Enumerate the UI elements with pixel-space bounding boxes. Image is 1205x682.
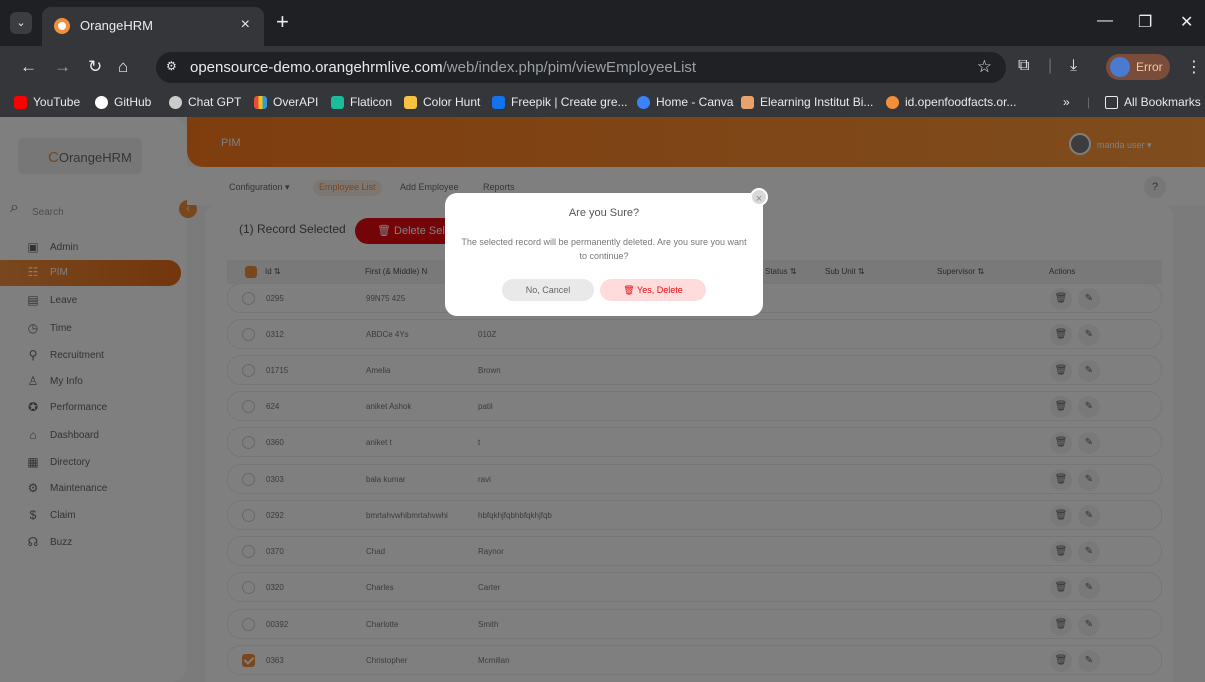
bookmark-star-icon[interactable]: ☆ (977, 57, 992, 77)
cancel-button[interactable]: No, Cancel (502, 279, 594, 301)
window-close-icon[interactable]: ✕ (1180, 12, 1193, 32)
freepik-icon (492, 95, 505, 109)
more-menu-icon[interactable]: ⋮ (1186, 57, 1202, 77)
bookmarks-overflow-icon[interactable]: » (1063, 95, 1070, 109)
browser-tab-strip: ⌄ OrangeHRM × + — ❐ ✕ (0, 0, 1205, 46)
chatgpt-icon (169, 95, 182, 109)
browser-tab[interactable]: OrangeHRM × (42, 7, 264, 46)
trash-icon: 🗑 (623, 285, 638, 295)
minimize-icon[interactable]: — (1097, 12, 1113, 30)
restore-icon[interactable]: ❐ (1138, 12, 1152, 32)
colorhunt-icon (404, 95, 417, 109)
flaticon-icon (331, 95, 344, 109)
github-icon (95, 95, 108, 109)
tab-search-chevron-down-icon[interactable]: ⌄ (10, 12, 32, 34)
bookmark-youtube[interactable]: YouTube (14, 95, 80, 109)
canva-icon (637, 95, 650, 109)
all-bookmarks[interactable]: All Bookmarks (1105, 95, 1201, 109)
overapi-icon (254, 95, 267, 109)
bookmark-colorhunt[interactable]: Color Hunt (404, 95, 480, 109)
bookmark-github[interactable]: GitHub (95, 95, 151, 109)
bookmark-flaticon[interactable]: Flaticon (331, 95, 392, 109)
bookmarks-bar: YouTube GitHub Chat GPT OverAPI Flaticon… (0, 89, 1205, 117)
address-bar[interactable]: ⚙ opensource-demo.orangehrmlive.com/web/… (156, 52, 1006, 83)
confirm-delete-dialog: × Are you Sure? The selected record will… (445, 188, 768, 316)
youtube-icon (14, 95, 27, 109)
browser-toolbar: ← → ↻ ⌂ ⚙ opensource-demo.orangehrmlive.… (0, 46, 1205, 89)
elearning-icon (741, 95, 754, 109)
site-info-icon[interactable]: ⚙ (166, 59, 184, 75)
folder-icon (1105, 95, 1118, 109)
tab-close-icon[interactable]: × (241, 16, 250, 34)
profile-status-label: Error (1136, 60, 1163, 74)
url-text: opensource-demo.orangehrmlive.com/web/in… (190, 59, 697, 76)
bookmark-overapi[interactable]: OverAPI (254, 95, 318, 109)
home-icon[interactable]: ⌂ (118, 57, 128, 77)
forward-icon[interactable]: → (54, 57, 71, 77)
divider: | (1087, 95, 1091, 109)
dialog-message: The selected record will be permanently … (461, 237, 747, 261)
bookmark-freepik[interactable]: Freepik | Create gre... (492, 95, 628, 109)
dialog-close-icon[interactable]: × (750, 188, 768, 206)
bookmark-canva[interactable]: Home - Canva (637, 95, 733, 109)
bookmark-chatgpt[interactable]: Chat GPT (169, 95, 241, 109)
dialog-title: Are you Sure? (568, 207, 640, 219)
confirm-delete-button[interactable]: 🗑 Yes, Delete (600, 279, 706, 301)
profile-avatar (1110, 57, 1130, 77)
openfoodfacts-icon (886, 95, 899, 109)
divider: | (1048, 57, 1053, 74)
bookmark-elearning[interactable]: Elearning Institut Bi... (741, 95, 873, 109)
back-icon[interactable]: ← (20, 57, 37, 77)
reload-icon[interactable]: ↻ (88, 57, 102, 77)
extensions-icon[interactable]: ⧉ (1018, 57, 1029, 75)
profile-button[interactable]: Error (1106, 54, 1170, 80)
orangehrm-page: COrangeHRM ⌕ Search ▣Admin ☷PIM ▤Leave ◷… (0, 117, 1205, 682)
tab-title: OrangeHRM (80, 18, 153, 33)
bookmark-openfoodfacts[interactable]: id.openfoodfacts.or... (886, 95, 1016, 109)
new-tab-plus-icon[interactable]: + (276, 9, 289, 35)
orangehrm-favicon-icon (54, 18, 70, 34)
download-icon[interactable]: ⤓ (1070, 57, 1077, 75)
